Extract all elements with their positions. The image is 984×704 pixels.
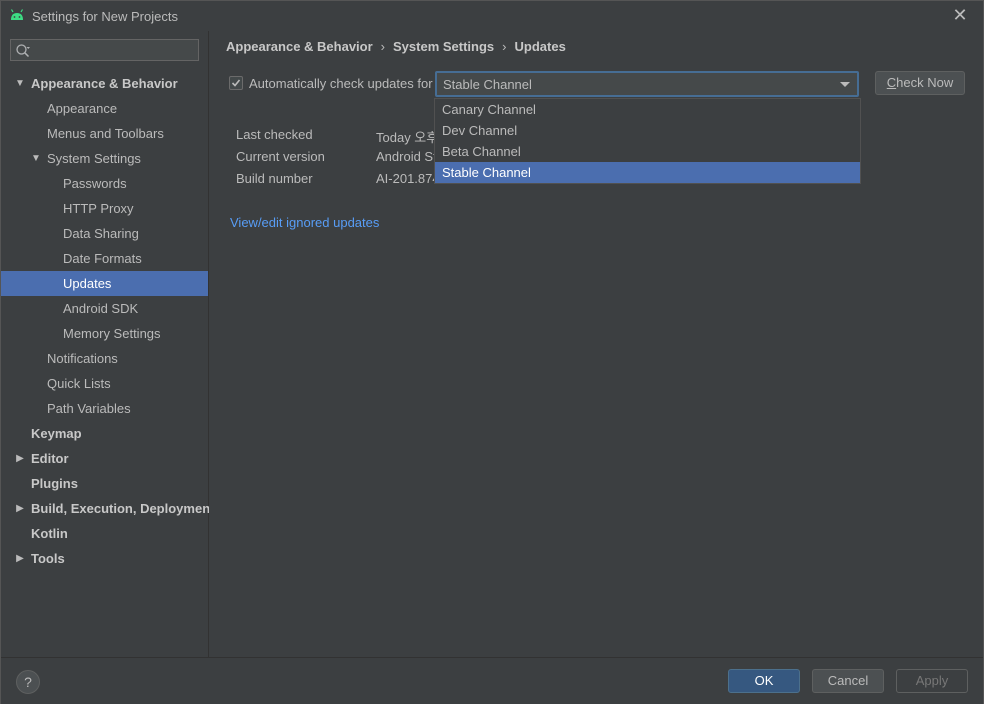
expanded-arrow-icon[interactable]: ▼ (14, 71, 26, 96)
sidebar-item-label: Data Sharing (63, 226, 139, 241)
auto-check-label[interactable]: Automatically check updates for (249, 76, 433, 91)
view-ignored-updates-link[interactable]: View/edit ignored updates (230, 215, 379, 230)
auto-check-checkbox[interactable] (229, 76, 243, 90)
sidebar-item-data-sharing[interactable]: Data Sharing (1, 221, 208, 246)
sidebar-item-tools[interactable]: ▶ Tools (1, 546, 208, 571)
sidebar-item-label: Editor (31, 451, 69, 466)
channel-combobox[interactable]: Stable Channel (435, 71, 859, 97)
sidebar-item-label: Keymap (31, 426, 82, 441)
sidebar-item-label: Notifications (47, 351, 118, 366)
sidebar-item-path-variables[interactable]: Path Variables (1, 396, 208, 421)
sidebar-item-label: Menus and Toolbars (47, 126, 164, 141)
sidebar-item-label: Updates (63, 276, 112, 291)
sidebar-item-label: System Settings (47, 151, 141, 166)
sidebar-item-build-execution-deployment[interactable]: ▶ Build, Execution, Deployment (1, 496, 214, 521)
checkmark-icon (231, 79, 241, 87)
breadcrumb-item: Appearance & Behavior (226, 39, 373, 54)
sidebar-item-label: Path Variables (47, 401, 131, 416)
channel-option-canary[interactable]: Canary Channel (435, 99, 860, 120)
breadcrumb-separator: › (502, 39, 507, 54)
last-checked-label: Last checked (236, 127, 313, 142)
sidebar-item-label: Passwords (63, 176, 127, 191)
sidebar-item-label: Android SDK (63, 301, 139, 316)
chevron-down-icon (840, 82, 850, 87)
sidebar-item-http-proxy[interactable]: HTTP Proxy (1, 196, 208, 221)
breadcrumb-item: System Settings (393, 39, 495, 54)
sidebar-item-label: Appearance & Behavior (31, 76, 178, 91)
sidebar-item-updates[interactable]: Updates (1, 271, 208, 296)
expanded-arrow-icon[interactable]: ▼ (30, 146, 42, 171)
android-icon (10, 9, 24, 20)
collapsed-arrow-icon[interactable]: ▶ (14, 446, 26, 471)
breadcrumb-item: Updates (514, 39, 566, 54)
build-number-value: AI-201.874 (376, 171, 440, 186)
close-icon[interactable]: ✕ (951, 5, 969, 25)
sidebar-item-editor[interactable]: ▶ Editor (1, 446, 208, 471)
sidebar-item-label: Build, Execution, Deployment (31, 501, 215, 516)
dialog-footer: ? OK Cancel Apply (1, 657, 983, 704)
help-icon[interactable]: ? (16, 670, 40, 694)
search-input[interactable] (33, 42, 197, 60)
ok-button[interactable]: OK (728, 669, 800, 693)
current-version-value: Android St (376, 149, 437, 164)
sidebar-item-date-formats[interactable]: Date Formats (1, 246, 208, 271)
sidebar-item-label: Quick Lists (47, 376, 111, 391)
channel-option-dev[interactable]: Dev Channel (435, 120, 860, 141)
settings-search[interactable] (10, 39, 199, 61)
last-checked-value: Today 오후 (376, 130, 439, 145)
window-title: Settings for New Projects (32, 9, 178, 24)
sidebar-item-quick-lists[interactable]: Quick Lists (1, 371, 208, 396)
build-number-label: Build number (236, 171, 313, 186)
sidebar-item-label: Memory Settings (63, 326, 161, 341)
sidebar-item-label: Kotlin (31, 526, 68, 541)
cancel-button[interactable]: Cancel (812, 669, 884, 693)
sidebar-item-plugins[interactable]: Plugins (1, 471, 208, 496)
sidebar-item-appearance[interactable]: Appearance (1, 96, 208, 121)
check-now-button[interactable]: Check Now (875, 71, 965, 95)
updates-panel: Appearance & Behavior › System Settings › Up… (209, 31, 983, 657)
current-version-label: Current version (236, 149, 325, 164)
sidebar-item-label: Date Formats (63, 251, 142, 266)
sidebar-item-kotlin[interactable]: Kotlin (1, 521, 208, 546)
check-now-mnemonic: C (886, 75, 897, 90)
sidebar-item-label: HTTP Proxy (63, 201, 134, 216)
sidebar-item-notifications[interactable]: Notifications (1, 346, 208, 371)
channel-dropdown-list: Canary Channel Dev Channel Beta Channel … (434, 98, 861, 184)
breadcrumb: Appearance & Behavior › System Settings › Up… (226, 39, 566, 54)
search-icon (16, 44, 30, 58)
channel-option-stable[interactable]: Stable Channel (435, 162, 860, 183)
sidebar-item-label: Tools (31, 551, 65, 566)
apply-button[interactable]: Apply (896, 669, 968, 693)
title-bar: Settings for New Projects ✕ (1, 1, 983, 31)
breadcrumb-separator: › (380, 39, 386, 54)
channel-selected-value: Stable Channel (443, 77, 532, 92)
sidebar-item-android-sdk[interactable]: Android SDK (1, 296, 208, 321)
sidebar-item-system-settings[interactable]: ▼ System Settings (1, 146, 208, 171)
collapsed-arrow-icon[interactable]: ▶ (14, 496, 26, 521)
check-now-label: heck Now (896, 75, 954, 90)
settings-window: Settings for New Projects ✕ ▼ Appearance … (0, 0, 984, 704)
sidebar-item-appearance-behavior[interactable]: ▼ Appearance & Behavior (1, 71, 208, 96)
settings-sidebar: ▼ Appearance & Behavior Appearance Menus an… (1, 31, 214, 657)
channel-option-beta[interactable]: Beta Channel (435, 141, 860, 162)
sidebar-item-keymap[interactable]: Keymap (1, 421, 208, 446)
sidebar-item-label: Appearance (47, 101, 118, 116)
sidebar-item-passwords[interactable]: Passwords (1, 171, 208, 196)
sidebar-item-label: Plugins (31, 476, 78, 491)
sidebar-item-memory-settings[interactable]: Memory Settings (1, 321, 208, 346)
collapsed-arrow-icon[interactable]: ▶ (14, 546, 26, 571)
sidebar-item-menus-and-toolbars[interactable]: Menus and Toolbars (1, 121, 208, 146)
